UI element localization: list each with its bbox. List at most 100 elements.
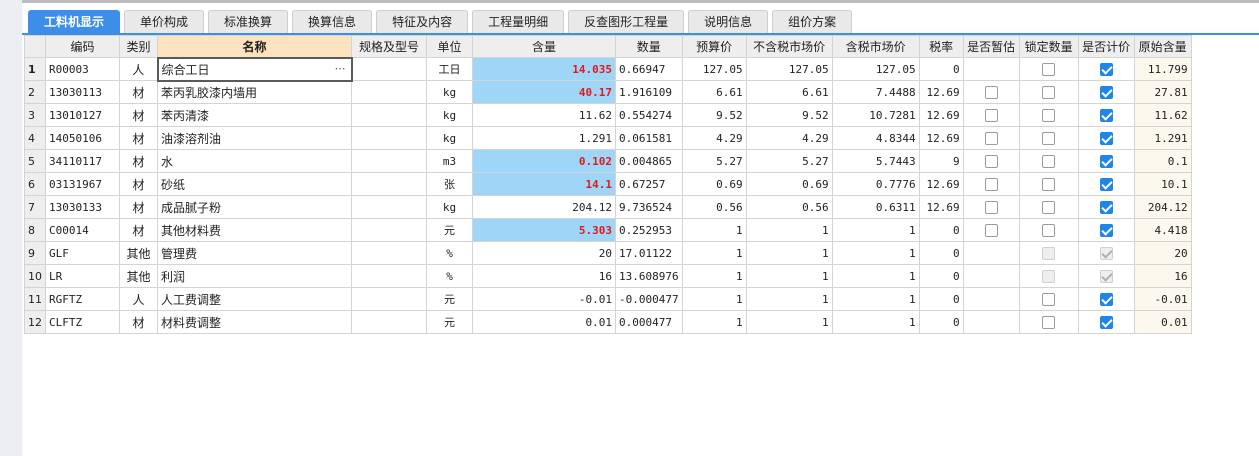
market-price-excl-tax-cell[interactable]: 1 bbox=[745, 287, 833, 311]
tab-2[interactable]: 标准换算 bbox=[208, 10, 289, 33]
unit-cell[interactable]: 元 bbox=[426, 310, 473, 334]
code-cell[interactable]: 14050106 bbox=[45, 126, 120, 150]
market-price-incl-tax-cell[interactable]: 1 bbox=[831, 310, 920, 334]
tab-5[interactable]: 工程量明细 bbox=[472, 10, 565, 33]
category-cell[interactable]: 其他 bbox=[119, 241, 158, 265]
budget-price-cell[interactable]: 1 bbox=[681, 218, 747, 242]
quantity-cell[interactable]: 0.554274 bbox=[615, 103, 683, 127]
budget-price-cell[interactable]: 127.05 bbox=[681, 57, 747, 81]
category-cell[interactable]: 材 bbox=[119, 126, 158, 150]
unit-cell[interactable]: 元 bbox=[426, 218, 473, 242]
content-cell[interactable]: 14.035 bbox=[472, 57, 616, 81]
tax-rate-cell[interactable]: 12.69 bbox=[918, 103, 964, 127]
budget-price-cell[interactable]: 1 bbox=[681, 310, 747, 334]
header-market-price-excl-tax[interactable]: 不含税市场价 bbox=[745, 35, 833, 58]
original-content-cell[interactable]: 10.1 bbox=[1133, 172, 1192, 196]
lock-quantity-checkbox-icon[interactable] bbox=[1042, 63, 1056, 76]
name-cell[interactable]: 人工费调整 bbox=[157, 287, 352, 311]
category-cell[interactable]: 材 bbox=[119, 149, 158, 173]
market-price-excl-tax-cell[interactable]: 6.61 bbox=[745, 80, 833, 104]
header-provisional[interactable]: 是否暂估 bbox=[962, 35, 1020, 58]
code-cell[interactable]: R00003 bbox=[45, 57, 120, 81]
row-number[interactable]: 6 bbox=[24, 172, 46, 196]
priced-checkbox-icon[interactable] bbox=[1099, 293, 1113, 306]
table-row[interactable]: 7 13030133 材成品腻子粉 kg 204.12 9.736524 0.56 0.56 0… bbox=[24, 195, 1192, 219]
lock-quantity-checkbox-icon[interactable] bbox=[1042, 224, 1056, 237]
spec-cell[interactable] bbox=[351, 264, 427, 288]
category-cell[interactable]: 材 bbox=[119, 218, 158, 242]
lock-quantity-checkbox-icon[interactable] bbox=[1042, 293, 1056, 306]
content-cell[interactable]: 14.1 bbox=[472, 172, 616, 196]
table-row[interactable]: 3 13010127 材苯丙清漆 kg 11.62 0.554274 9.52 9.52 10.… bbox=[24, 103, 1192, 127]
tax-rate-cell[interactable]: 0 bbox=[918, 57, 964, 81]
original-content-cell[interactable]: 27.81 bbox=[1133, 80, 1192, 104]
quantity-cell[interactable]: 9.736524 bbox=[615, 195, 683, 219]
table-row[interactable]: 6 03131967 材砂纸张 14.1 0.67257 0.69 0.69 0.7776 12… bbox=[24, 172, 1192, 196]
tax-rate-cell[interactable]: 9 bbox=[918, 149, 964, 173]
quantity-cell[interactable]: 0.000477 bbox=[615, 310, 683, 334]
code-cell[interactable]: 34110117 bbox=[45, 149, 120, 173]
priced-checkbox-icon[interactable] bbox=[1099, 155, 1113, 168]
budget-price-cell[interactable]: 9.52 bbox=[681, 103, 747, 127]
header-quantity[interactable]: 数量 bbox=[615, 35, 683, 58]
name-cell[interactable]: 其他材料费 bbox=[157, 218, 352, 242]
content-cell[interactable]: 40.17 bbox=[472, 80, 616, 104]
tab-7[interactable]: 说明信息 bbox=[688, 10, 769, 33]
header-priced[interactable]: 是否计价 bbox=[1077, 35, 1135, 58]
category-cell[interactable]: 材 bbox=[119, 195, 158, 219]
market-price-excl-tax-cell[interactable]: 0.56 bbox=[745, 195, 833, 219]
budget-price-cell[interactable]: 0.69 bbox=[681, 172, 747, 196]
name-cell[interactable]: 砂纸 bbox=[157, 172, 352, 196]
unit-cell[interactable]: m3 bbox=[426, 149, 473, 173]
priced-checkbox-icon[interactable] bbox=[1099, 109, 1113, 122]
original-content-cell[interactable]: 11.799 bbox=[1133, 57, 1192, 81]
row-number[interactable]: 9 bbox=[24, 241, 46, 265]
market-price-excl-tax-cell[interactable]: 1 bbox=[745, 264, 833, 288]
lock-quantity-checkbox-icon[interactable] bbox=[1042, 109, 1056, 122]
row-number[interactable]: 7 bbox=[24, 195, 46, 219]
spec-cell[interactable] bbox=[351, 149, 427, 173]
spec-cell[interactable] bbox=[351, 172, 427, 196]
original-content-cell[interactable]: 20 bbox=[1133, 241, 1192, 265]
unit-cell[interactable]: 工日 bbox=[426, 57, 473, 81]
market-price-incl-tax-cell[interactable]: 127.05 bbox=[831, 57, 920, 81]
provisional-checkbox-icon[interactable] bbox=[984, 109, 998, 122]
content-cell[interactable]: -0.01 bbox=[472, 287, 616, 311]
tax-rate-cell[interactable]: 12.69 bbox=[918, 80, 964, 104]
unit-cell[interactable]: kg bbox=[426, 126, 473, 150]
header-budget-price[interactable]: 预算价 bbox=[681, 35, 747, 58]
category-cell[interactable]: 材 bbox=[119, 172, 158, 196]
priced-checkbox-icon[interactable] bbox=[1099, 316, 1113, 329]
market-price-excl-tax-cell[interactable]: 9.52 bbox=[745, 103, 833, 127]
content-cell[interactable]: 204.12 bbox=[472, 195, 616, 219]
quantity-cell[interactable]: 17.01122 bbox=[615, 241, 683, 265]
market-price-excl-tax-cell[interactable]: 0.69 bbox=[745, 172, 833, 196]
tab-4[interactable]: 特征及内容 bbox=[376, 10, 469, 33]
table-row[interactable]: 9 GLF 其他 管理费% 20 17.01122 1 1 1 0 20 bbox=[24, 241, 1192, 265]
original-content-cell[interactable]: -0.01 bbox=[1133, 287, 1192, 311]
tax-rate-cell[interactable]: 0 bbox=[918, 218, 964, 242]
code-cell[interactable]: C00014 bbox=[45, 218, 120, 242]
row-number[interactable]: 2 bbox=[24, 80, 46, 104]
market-price-incl-tax-cell[interactable]: 7.4488 bbox=[831, 80, 920, 104]
table-row[interactable]: 10 LR 其他 利润% 16 13.608976 1 1 1 0 16 bbox=[24, 264, 1192, 288]
spec-cell[interactable] bbox=[351, 126, 427, 150]
ellipsis-icon[interactable]: ⋯ bbox=[335, 62, 347, 75]
lock-quantity-checkbox-icon[interactable] bbox=[1042, 132, 1056, 145]
lock-quantity-checkbox-icon[interactable] bbox=[1042, 155, 1056, 168]
unit-cell[interactable]: kg bbox=[426, 80, 473, 104]
code-cell[interactable]: 13030133 bbox=[45, 195, 120, 219]
original-content-cell[interactable]: 1.291 bbox=[1133, 126, 1192, 150]
budget-price-cell[interactable]: 1 bbox=[681, 241, 747, 265]
tab-0[interactable]: 工料机显示 bbox=[28, 10, 121, 33]
tax-rate-cell[interactable]: 0 bbox=[918, 264, 964, 288]
row-number[interactable]: 4 bbox=[24, 126, 46, 150]
header-original-content[interactable]: 原始含量 bbox=[1133, 35, 1192, 58]
row-number[interactable]: 11 bbox=[24, 287, 46, 311]
market-price-incl-tax-cell[interactable]: 4.8344 bbox=[831, 126, 920, 150]
spec-cell[interactable] bbox=[351, 57, 427, 81]
original-content-cell[interactable]: 16 bbox=[1133, 264, 1192, 288]
original-content-cell[interactable]: 204.12 bbox=[1133, 195, 1192, 219]
header-lock-quantity[interactable]: 锁定数量 bbox=[1018, 35, 1079, 58]
tax-rate-cell[interactable]: 0 bbox=[918, 310, 964, 334]
